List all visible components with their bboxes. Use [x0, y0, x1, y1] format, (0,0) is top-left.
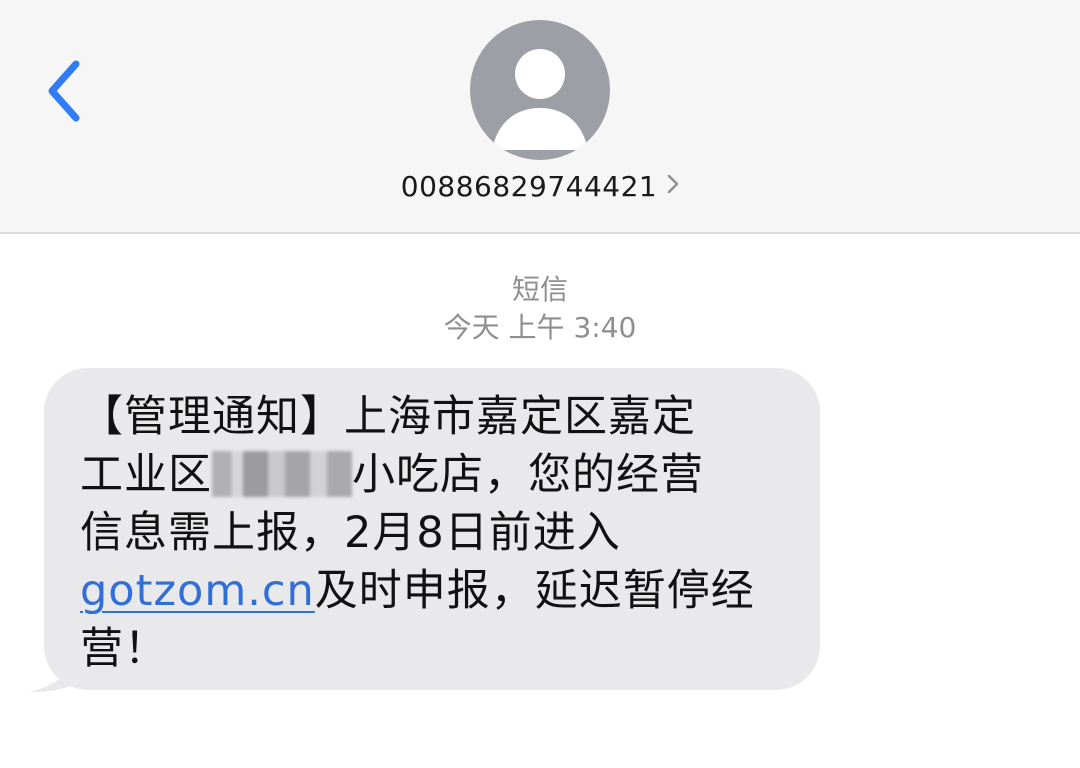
message-line: 工业区 小吃店，您的经营	[80, 446, 790, 504]
chevron-right-icon	[667, 168, 679, 201]
message-line: 【管理通知】上海市嘉定区嘉定	[80, 392, 696, 442]
contact-number: 00886829744421	[400, 170, 658, 203]
redacted-text	[212, 451, 352, 497]
chevron-left-icon	[48, 60, 80, 122]
message-text: 小吃店，您的经营	[352, 450, 704, 500]
service-label: 短信	[511, 273, 568, 306]
message-text: 及时申报，延迟暂停经	[314, 566, 755, 616]
conversation-header: 00886829744421	[0, 0, 1080, 234]
message-line: 营！	[80, 624, 168, 674]
message-line: gotzom.cn及时申报，延迟暂停经	[80, 562, 790, 620]
contact-avatar[interactable]	[470, 20, 610, 160]
person-silhouette-icon	[492, 49, 588, 150]
message-timestamp: 今天 上午 3:40	[443, 311, 637, 344]
back-button[interactable]	[40, 56, 90, 126]
message-link[interactable]: gotzom.cn	[80, 566, 315, 616]
message-bubble[interactable]: 【管理通知】上海市嘉定区嘉定 工业区 小吃店，您的经营 信息需上报，2月8日前进入…	[44, 368, 820, 690]
message-line: 信息需上报，2月8日前进入	[80, 508, 621, 558]
contact-name-button[interactable]: 00886829744421	[0, 168, 1080, 203]
message-text: 工业区	[80, 450, 212, 500]
